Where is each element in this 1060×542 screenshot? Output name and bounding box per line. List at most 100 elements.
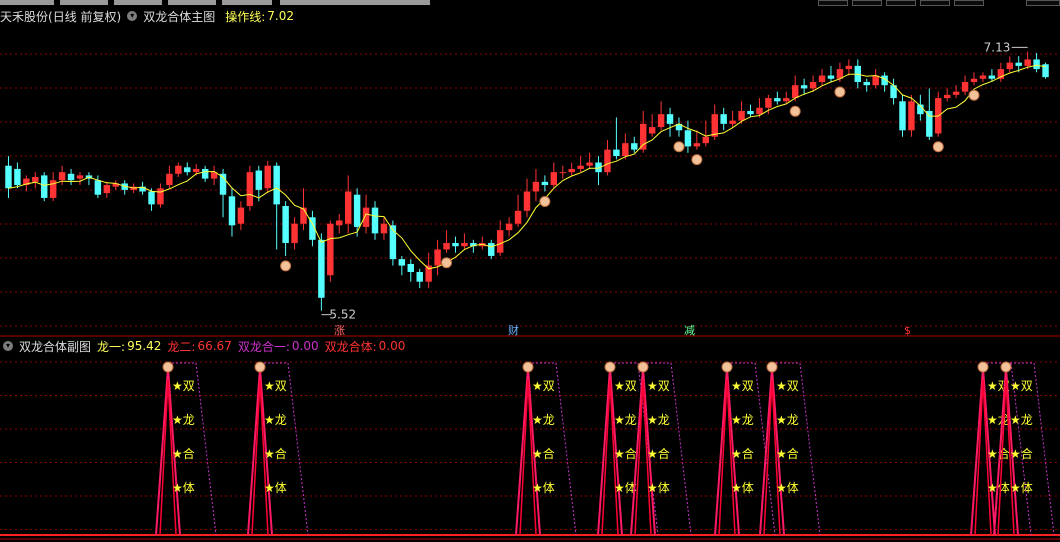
candle-body bbox=[756, 107, 763, 115]
chart-canvas: 7.13 5.52 涨 财 减 $ ★双 ★龙 ★合 ★体 ★双 ★龙 ★合 ★体 ★双 ★龙 ★合 ★体 ★双 ★龙… bbox=[0, 40, 1060, 540]
candle-body bbox=[559, 172, 566, 174]
candle-body bbox=[184, 167, 191, 173]
chevron-down-icon[interactable]: ▾ bbox=[3, 341, 13, 351]
star-label: ★合 bbox=[532, 446, 555, 461]
toolbar-item[interactable] bbox=[280, 0, 430, 5]
candle-body bbox=[657, 114, 665, 128]
candle-body bbox=[908, 101, 915, 131]
candle-body bbox=[407, 263, 414, 273]
toolbar-item[interactable] bbox=[0, 0, 54, 5]
star-label: ★双 bbox=[647, 379, 670, 393]
field-label-4: 双龙合体: bbox=[324, 339, 377, 354]
toolbar-item[interactable] bbox=[114, 0, 162, 5]
indicator-name[interactable]: 双龙合体主图 bbox=[143, 8, 215, 25]
sun-icon bbox=[673, 141, 685, 153]
candle-body bbox=[5, 165, 12, 189]
star-label: ★龙 bbox=[264, 413, 287, 427]
candle-body bbox=[166, 173, 173, 186]
field-label-2: 龙二: bbox=[167, 339, 196, 354]
star-label: ★体 bbox=[532, 481, 555, 495]
star-label: ★双 bbox=[532, 379, 555, 393]
candle-body bbox=[1006, 62, 1013, 70]
sun-icon bbox=[1000, 361, 1012, 373]
star-label: ★龙 bbox=[776, 413, 799, 427]
toolbar-button[interactable] bbox=[818, 0, 848, 6]
sun-icon bbox=[968, 89, 980, 101]
star-label: ★体 bbox=[172, 481, 195, 495]
candle-body bbox=[32, 177, 39, 182]
candle-body bbox=[622, 143, 629, 157]
candle-body bbox=[926, 110, 933, 137]
candle-body bbox=[488, 243, 495, 256]
candle-body bbox=[1033, 59, 1040, 70]
candle-body bbox=[496, 230, 504, 253]
toolbar-item[interactable] bbox=[168, 0, 216, 5]
candle-body bbox=[1015, 62, 1022, 66]
candle-body bbox=[961, 81, 969, 92]
candle-body bbox=[613, 149, 620, 157]
star-label: ★龙 bbox=[172, 413, 195, 427]
toolbar-button[interactable] bbox=[852, 0, 882, 6]
event-marker: 财 bbox=[508, 323, 519, 337]
candle-body bbox=[103, 185, 111, 194]
field-value-1: 95.42 bbox=[127, 339, 162, 353]
star-label: ★合 bbox=[264, 446, 287, 461]
candle-body bbox=[818, 75, 826, 82]
candle-body bbox=[228, 196, 236, 226]
candle-body bbox=[300, 207, 307, 224]
candle-body bbox=[979, 75, 987, 79]
candle-body bbox=[362, 207, 370, 227]
candle-body bbox=[523, 191, 531, 211]
field-label-3: 双龙合一: bbox=[237, 339, 290, 354]
candle-body bbox=[318, 239, 325, 298]
sun-icon bbox=[539, 195, 551, 207]
candle-body bbox=[67, 173, 75, 181]
candle-body bbox=[684, 130, 692, 147]
candle-body bbox=[693, 143, 701, 147]
field-value-4: 0.00 bbox=[378, 339, 406, 353]
candle-body bbox=[237, 207, 245, 224]
candle-body bbox=[201, 168, 209, 179]
sun-icon bbox=[789, 105, 801, 117]
op-line-label: 操作线: bbox=[225, 9, 266, 24]
candle-body bbox=[76, 175, 84, 179]
toolbar-button[interactable] bbox=[920, 0, 950, 6]
period-label: (日线 前复权) bbox=[48, 9, 122, 24]
candle-body bbox=[255, 170, 263, 190]
candle-body bbox=[41, 175, 48, 198]
sun-icon bbox=[254, 361, 266, 373]
toolbar-strip bbox=[0, 0, 1060, 6]
sun-icon bbox=[977, 361, 989, 373]
candle-body bbox=[264, 165, 271, 189]
toolbar-button[interactable] bbox=[954, 0, 984, 6]
candle-body bbox=[774, 98, 781, 102]
toolbar-item[interactable] bbox=[222, 0, 272, 5]
candle-body bbox=[327, 223, 334, 276]
toolbar-item[interactable] bbox=[60, 0, 108, 5]
sun-icon bbox=[522, 361, 534, 373]
candle-body bbox=[398, 259, 406, 266]
field-label-1: 龙一: bbox=[97, 339, 126, 354]
candle-body bbox=[532, 181, 540, 192]
star-label: ★双 bbox=[731, 379, 754, 393]
star-label: ★体 bbox=[264, 481, 287, 495]
star-label: ★龙 bbox=[1010, 413, 1033, 427]
candle-body bbox=[738, 110, 745, 121]
sun-icon bbox=[637, 361, 649, 373]
candle-body bbox=[344, 191, 352, 224]
toolbar-button[interactable] bbox=[886, 0, 916, 6]
candle-body bbox=[747, 110, 754, 115]
sun-icon bbox=[932, 141, 944, 153]
star-label: ★龙 bbox=[614, 413, 637, 427]
chevron-down-icon[interactable]: ▾ bbox=[127, 11, 138, 21]
candle-body bbox=[872, 75, 879, 86]
candle-body bbox=[586, 162, 593, 166]
candle-body bbox=[631, 143, 638, 150]
candle-body bbox=[246, 172, 254, 206]
star-label: ★龙 bbox=[647, 413, 670, 427]
candle-body bbox=[273, 165, 280, 205]
candle-body bbox=[452, 243, 459, 247]
sub-indicator-name[interactable]: 双龙合体副图 bbox=[19, 338, 91, 355]
candle-body bbox=[577, 165, 584, 169]
toolbar-button[interactable] bbox=[1026, 0, 1060, 6]
